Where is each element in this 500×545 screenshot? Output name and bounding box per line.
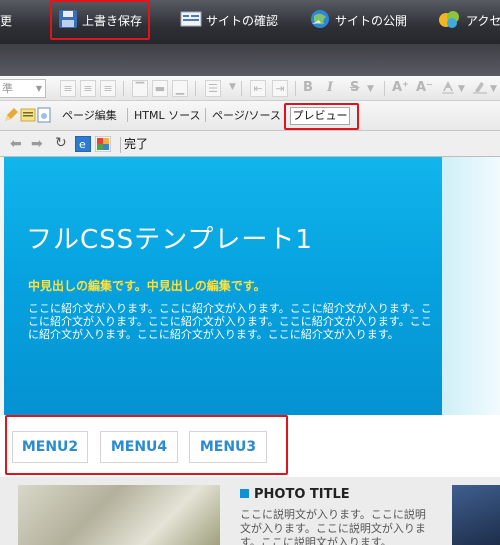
font-size-down-label: A⁻ <box>416 80 433 95</box>
tab-divider <box>205 108 206 122</box>
partial-menu-item[interactable]: 更 <box>0 0 12 40</box>
access-label: アクセス <box>466 13 500 28</box>
toolbar-divider <box>295 81 296 96</box>
access-button[interactable]: アクセス <box>438 0 500 40</box>
hero-title: フルCSSテンプレート1 <box>26 225 313 255</box>
app-window: 更 上書き保存 サイトの確認 サイトの公開 アクセ 準 ▼ ≡ ≡ ≡ ▔ ▬ … <box>0 0 500 545</box>
list-dropdown-icon[interactable]: ▼ <box>229 80 236 97</box>
tab-page-source[interactable]: ページ/ソース <box>212 107 281 123</box>
preview-browser-bar: ⬅ ➡ ↻ e 完了 <box>0 132 500 157</box>
title-bullet-icon <box>240 489 249 498</box>
ie-browser-icon[interactable]: e <box>74 135 92 156</box>
svg-text:e: e <box>79 138 86 151</box>
pencil-icon[interactable] <box>3 107 19 127</box>
strike-dropdown-icon[interactable]: ▼ <box>367 82 374 99</box>
globe-icon <box>309 9 331 32</box>
box-bottom-icon[interactable]: ▁ <box>172 80 188 97</box>
tab-page-source-label: ページ/ソース <box>212 109 281 122</box>
toolbar-divider <box>195 81 196 96</box>
refresh-icon[interactable]: ↻ <box>55 136 67 150</box>
document-icon[interactable] <box>37 107 51 127</box>
paragraph-style-value: 準 <box>2 82 13 95</box>
indent-icon[interactable]: ⇥ <box>272 80 288 97</box>
font-color-dropdown-icon[interactable]: ▼ <box>458 82 465 99</box>
back-arrow-icon[interactable]: ⬅ <box>10 137 22 151</box>
paragraph-style-select[interactable]: 準 ▼ <box>0 79 46 98</box>
toolbar-divider <box>123 81 124 96</box>
browser-status-text: 完了 <box>120 137 148 153</box>
main-toolbar: 更 上書き保存 サイトの確認 サイトの公開 アクセ <box>0 0 500 44</box>
photo-image <box>18 485 220 545</box>
view-tab-bar: ページ編集 HTML ソース ページ/ソース プレビュー <box>0 101 500 131</box>
side-photo-image <box>452 485 500 545</box>
photo-title-text: PHOTO TITLE <box>254 487 350 502</box>
html-view-icon[interactable] <box>20 107 36 127</box>
browser-status-label: 完了 <box>124 137 149 151</box>
list-icon[interactable]: ☰ <box>205 80 221 97</box>
menu-highlight-box <box>5 415 288 475</box>
hero-intro-text: ここに紹介文が入ります。ここに紹介文が入ります。ここに紹介文が入ります。ここに紹… <box>28 302 432 341</box>
bold-button[interactable]: B <box>303 80 313 97</box>
align-right-icon[interactable]: ≡ <box>100 80 116 97</box>
preview-tab-highlight-box <box>284 103 359 130</box>
preview-content-row: PHOTO TITLE ここに説明文が入ります。ここに説明文が入ります。ここに説… <box>0 477 500 545</box>
format-toolbar: 準 ▼ ≡ ≡ ≡ ▔ ▬ ▁ ☰ ▼ ⇤ ⇥ B I S ▼ A⁺ A⁻ ▼ … <box>0 76 500 101</box>
site-check-button[interactable]: サイトの確認 <box>180 0 278 40</box>
tab-page-edit[interactable]: ページ編集 <box>62 107 117 123</box>
tab-html-source[interactable]: HTML ソース <box>134 107 201 123</box>
tab-html-source-label: HTML ソース <box>134 109 201 122</box>
forward-arrow-icon[interactable]: ➡ <box>31 137 43 151</box>
font-size-up-button[interactable]: A⁺ <box>392 80 409 97</box>
align-left-icon[interactable]: ≡ <box>60 80 76 97</box>
highlight-color-icon[interactable] <box>472 80 488 97</box>
site-check-label: サイトの確認 <box>206 13 279 28</box>
site-publish-button[interactable]: サイトの公開 <box>309 0 407 40</box>
italic-label: I <box>327 80 334 95</box>
box-top-icon[interactable]: ▔ <box>132 80 148 97</box>
toolbar-divider <box>241 81 242 96</box>
font-size-down-button[interactable]: A⁻ <box>416 80 433 97</box>
photo-title: PHOTO TITLE <box>240 487 350 502</box>
webkit-browser-icon[interactable] <box>94 135 112 156</box>
tab-page-edit-label: ページ編集 <box>62 109 117 122</box>
hero-banner: フルCSSテンプレート1 中見出しの編集です。中見出しの編集です。 ここに紹介文… <box>4 157 500 415</box>
preview-menu-bar: MENU2 MENU4 MENU3 <box>0 415 500 477</box>
strike-button[interactable]: S <box>350 80 359 97</box>
preview-pane: フルCSSテンプレート1 中見出しの編集です。中見出しの編集です。 ここに紹介文… <box>0 157 500 545</box>
font-size-up-label: A⁺ <box>392 80 409 95</box>
site-publish-label: サイトの公開 <box>335 13 408 28</box>
box-middle-icon[interactable]: ▬ <box>152 80 168 97</box>
tab-divider <box>127 108 128 122</box>
site-check-icon <box>180 10 202 31</box>
hero-subheading: 中見出しの編集です。中見出しの編集です。 <box>28 279 266 293</box>
access-icon <box>438 9 462 32</box>
strike-label: S <box>350 80 360 95</box>
chevron-down-icon: ▼ <box>35 84 42 93</box>
partial-menu-label: 更 <box>0 13 13 28</box>
italic-button[interactable]: I <box>327 80 333 97</box>
save-highlight-box <box>50 0 150 40</box>
bold-label: B <box>303 80 313 95</box>
highlight-dropdown-icon[interactable]: ▼ <box>490 82 497 99</box>
photo-description: ここに説明文が入ります。ここに説明文が入ります。ここに説明文が入ります。ここに説… <box>240 508 426 545</box>
toolbar-lower-band <box>0 40 500 78</box>
font-color-icon[interactable] <box>440 80 456 97</box>
outdent-icon[interactable]: ⇤ <box>250 80 266 97</box>
align-center-icon[interactable]: ≡ <box>80 80 96 97</box>
hero-side-graphic <box>442 157 500 415</box>
toolbar-divider <box>384 81 385 96</box>
